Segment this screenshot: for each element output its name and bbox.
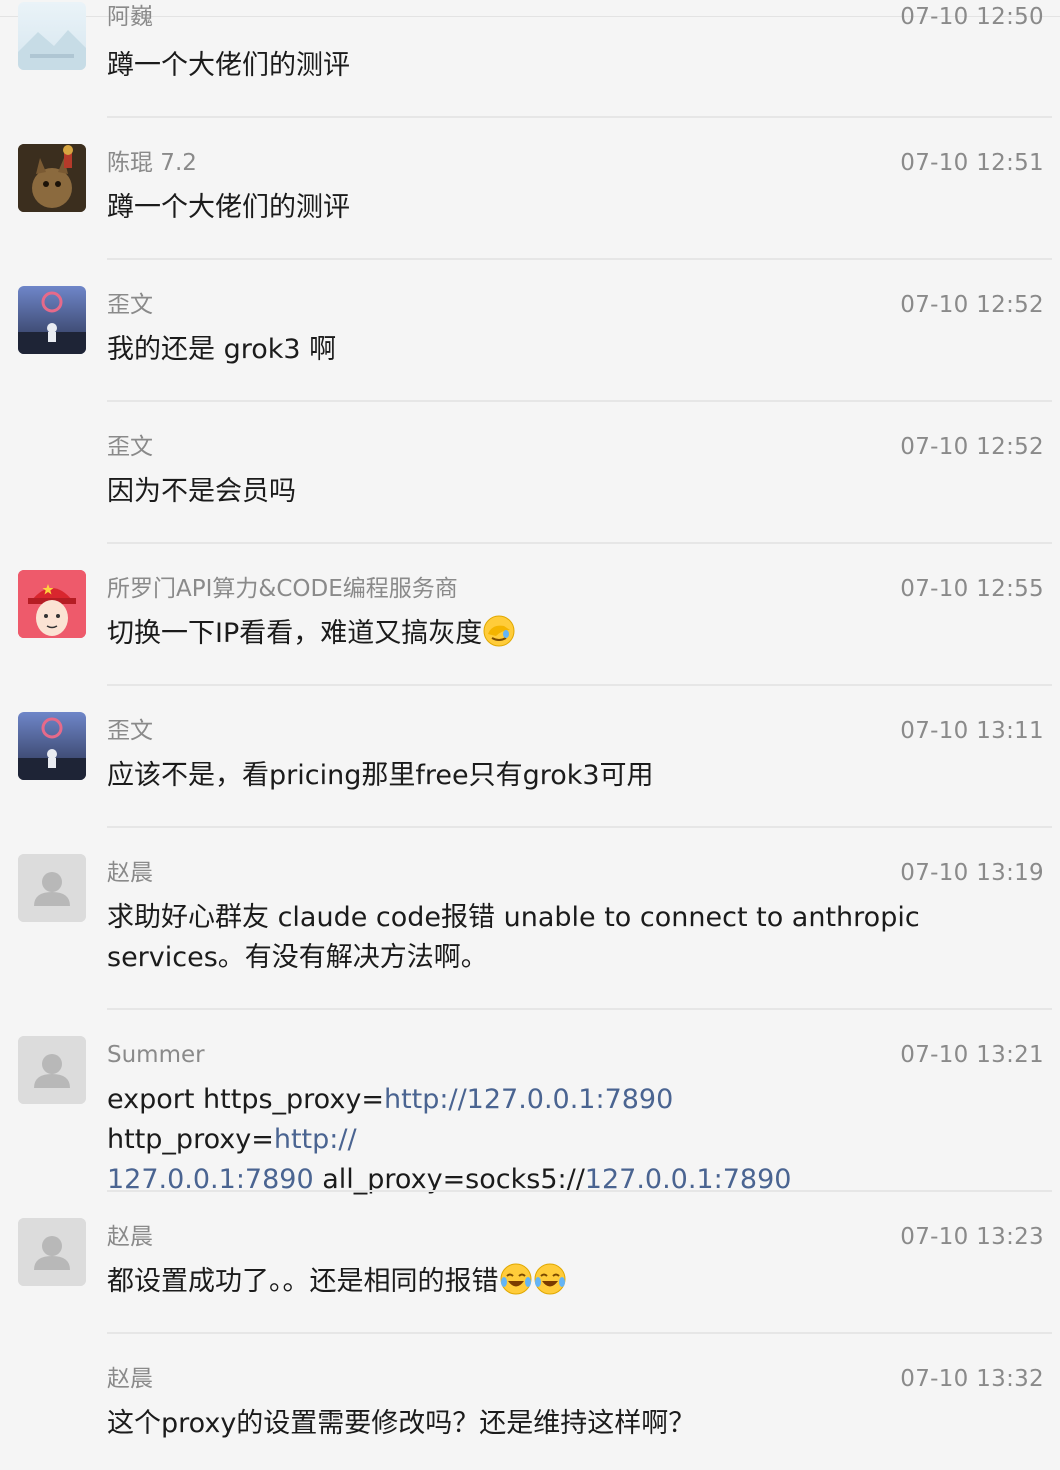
sender-name: 阿巍 bbox=[107, 4, 153, 30]
cat-photo-icon bbox=[18, 144, 86, 212]
default-user-icon bbox=[18, 1218, 86, 1286]
default-user-icon bbox=[18, 854, 86, 922]
avatar[interactable] bbox=[18, 854, 86, 922]
sender-name: 歪文 bbox=[107, 718, 153, 744]
message-text: 我的还是 grok3 啊 bbox=[107, 334, 337, 365]
landscape-icon bbox=[18, 30, 86, 70]
proxy-url-link[interactable]: http://127.0.0.1:7890 bbox=[384, 1084, 673, 1115]
timestamp: 07-10 12:52 bbox=[900, 434, 1044, 460]
message-text-content: 都设置成功了。。还是相同的报错 bbox=[107, 1266, 499, 1297]
text-fragment: export https_proxy= bbox=[107, 1084, 384, 1115]
message-text-line: export https_proxy=http://127.0.0.1:7890… bbox=[107, 1080, 927, 1160]
avatar[interactable] bbox=[18, 2, 86, 70]
timestamp: 07-10 13:11 bbox=[900, 718, 1044, 744]
message-text-line: 求助好心群友 claude code报错 unable to connect t… bbox=[107, 902, 920, 933]
message-feed: 阿巍 07-10 12:50 蹲一个大佬们的测评 陈琨 7.2 07-10 12… bbox=[0, 0, 1060, 1470]
message-item[interactable]: 赵晨 07-10 13:23 都设置成功了。。还是相同的报错 bbox=[0, 1192, 1060, 1334]
timestamp: 07-10 12:50 bbox=[900, 4, 1044, 30]
proxy-url-link[interactable]: http:// bbox=[274, 1124, 357, 1155]
message-text: 求助好心群友 claude code报错 unable to connect t… bbox=[107, 898, 927, 978]
text-fragment: http_proxy= bbox=[107, 1124, 274, 1155]
sender-name: Summer bbox=[107, 1042, 205, 1068]
message-item[interactable]: 赵晨 07-10 13:32 这个proxy的设置需要修改吗？还是维持这样啊？ bbox=[0, 1334, 1060, 1470]
timestamp: 07-10 12:51 bbox=[900, 150, 1044, 176]
message-item[interactable]: Summer 07-10 13:21 export https_proxy=ht… bbox=[0, 1010, 1060, 1195]
message-text: 应该不是，看pricing那里free只有grok3可用 bbox=[107, 760, 654, 791]
facepalm-emoji-icon bbox=[483, 615, 515, 647]
avatar[interactable] bbox=[18, 570, 86, 638]
sender-name: 赵晨 bbox=[107, 1366, 153, 1392]
message-text: 因为不是会员吗 bbox=[107, 476, 296, 507]
timestamp: 07-10 13:32 bbox=[900, 1366, 1044, 1392]
message-text: export https_proxy=http://127.0.0.1:7890… bbox=[107, 1080, 927, 1200]
tears-of-joy-emoji-icon bbox=[500, 1263, 531, 1295]
sender-name: 歪文 bbox=[107, 292, 153, 318]
timestamp: 07-10 12:55 bbox=[900, 576, 1044, 602]
timestamp: 07-10 13:19 bbox=[900, 860, 1044, 886]
astronaut-photo-icon bbox=[18, 712, 86, 780]
astronaut-photo-icon bbox=[18, 286, 86, 354]
sender-name: 歪文 bbox=[107, 434, 153, 460]
message-text: 这个proxy的设置需要修改吗？还是维持这样啊？ bbox=[107, 1408, 696, 1439]
sender-name: 赵晨 bbox=[107, 860, 153, 886]
timestamp: 07-10 12:52 bbox=[900, 292, 1044, 318]
tears-of-joy-emoji-icon bbox=[534, 1263, 565, 1295]
message-item[interactable]: 歪文 07-10 12:52 我的还是 grok3 啊 bbox=[0, 260, 1060, 402]
sender-name: 陈琨 7.2 bbox=[107, 150, 197, 176]
timestamp: 07-10 13:21 bbox=[900, 1042, 1044, 1068]
message-text: 蹲一个大佬们的测评 bbox=[107, 50, 350, 81]
message-item[interactable]: 所罗门API算力&CODE编程服务商 07-10 12:55 切换一下IP看看，… bbox=[0, 544, 1060, 686]
avatar[interactable] bbox=[18, 1218, 86, 1286]
timestamp: 07-10 13:23 bbox=[900, 1224, 1044, 1250]
cartoon-avatar-icon bbox=[18, 570, 86, 638]
avatar[interactable] bbox=[18, 712, 86, 780]
message-item[interactable]: 赵晨 07-10 13:19 求助好心群友 claude code报错 unab… bbox=[0, 828, 1060, 1010]
message-item[interactable]: 阿巍 07-10 12:50 蹲一个大佬们的测评 bbox=[0, 0, 1060, 118]
message-text-content: 切换一下IP看看，难道又搞灰度 bbox=[107, 618, 483, 649]
sender-name: 赵晨 bbox=[107, 1224, 153, 1250]
message-item[interactable]: 歪文 07-10 12:52 因为不是会员吗 bbox=[0, 402, 1060, 544]
message-text-line: services。有没有解决方法啊。 bbox=[107, 942, 488, 973]
avatar[interactable] bbox=[18, 1036, 86, 1104]
sender-name: 所罗门API算力&CODE编程服务商 bbox=[107, 576, 458, 602]
message-text: 都设置成功了。。还是相同的报错 bbox=[107, 1262, 927, 1302]
message-text: 蹲一个大佬们的测评 bbox=[107, 192, 350, 223]
avatar[interactable] bbox=[18, 286, 86, 354]
message-item[interactable]: 陈琨 7.2 07-10 12:51 蹲一个大佬们的测评 bbox=[0, 118, 1060, 260]
avatar[interactable] bbox=[18, 144, 86, 212]
message-item[interactable]: 歪文 07-10 13:11 应该不是，看pricing那里free只有grok… bbox=[0, 686, 1060, 828]
default-user-icon bbox=[18, 1036, 86, 1104]
message-text: 切换一下IP看看，难道又搞灰度 bbox=[107, 614, 927, 654]
